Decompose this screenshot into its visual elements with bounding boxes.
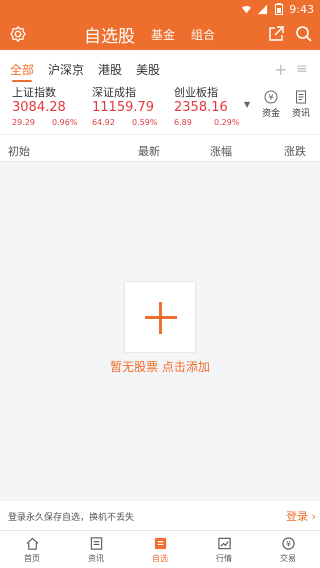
document-icon xyxy=(296,90,306,104)
tab-funds[interactable]: 基金 xyxy=(151,26,175,43)
home-icon xyxy=(25,537,39,550)
nav-trade[interactable]: ¥ 交易 xyxy=(256,531,320,568)
tab-portfolio[interactable]: 组合 xyxy=(191,26,215,43)
market-icon xyxy=(217,537,231,549)
fund-flow-button[interactable]: ¥ 资金 xyxy=(258,90,284,119)
top-bar: 自选股 基金 组合 xyxy=(0,18,320,50)
index-card-shanghai[interactable]: 上证指数 3084.28 29.29 0.96% xyxy=(12,86,98,130)
wifi-icon xyxy=(241,4,252,15)
empty-message[interactable]: 暂无股票 点击添加 xyxy=(0,358,320,375)
share-icon[interactable] xyxy=(266,24,286,44)
index-strip: 上证指数 3084.28 29.29 0.96% 深证成指 11159.79 6… xyxy=(0,86,320,130)
index-name: 深证成指 xyxy=(92,86,136,99)
tab-us-stocks[interactable]: 美股 xyxy=(136,58,160,80)
nav-home[interactable]: 首页 xyxy=(0,531,64,568)
tab-hk-stocks[interactable]: 港股 xyxy=(98,58,122,80)
news-button[interactable]: 资讯 xyxy=(288,90,314,119)
index-pct: 0.59% xyxy=(132,118,158,127)
watchlist-icon xyxy=(154,537,166,549)
news-label: 资讯 xyxy=(291,109,310,119)
battery-icon xyxy=(273,3,284,15)
login-banner: 登录永久保存自选，换机不丢失 登录 › xyxy=(0,500,320,530)
market-tabs: 全部 沪深京 港股 美股 + ≡ xyxy=(0,58,320,82)
index-card-shenzhen[interactable]: 深证成指 11159.79 64.92 0.59% xyxy=(92,86,178,130)
svg-text:¥: ¥ xyxy=(286,539,291,548)
index-change: 6.89 xyxy=(174,118,192,127)
empty-action[interactable]: 点击添加 xyxy=(162,360,210,374)
nav-market[interactable]: 行情 xyxy=(192,531,256,568)
empty-prompt: 暂无股票 xyxy=(110,360,159,374)
col-change-pct[interactable]: 涨幅 xyxy=(210,143,232,159)
header-nav: 自选股 基金 组合 xyxy=(84,18,231,50)
settings-icon[interactable] xyxy=(8,24,28,44)
yuan-circle-icon: ¥ xyxy=(264,90,278,104)
col-name[interactable]: 初始 xyxy=(8,143,30,159)
login-message: 登录永久保存自选，换机不丢失 xyxy=(8,513,135,523)
tab-watchlist[interactable]: 自选股 xyxy=(84,22,135,47)
watchlist-empty-area: 暂无股票 点击添加 xyxy=(0,162,320,500)
login-link[interactable]: 登录 › xyxy=(286,508,316,524)
status-bar: 9:43 xyxy=(0,0,320,18)
index-change: 64.92 xyxy=(92,118,115,127)
trade-icon: ¥ xyxy=(281,536,295,550)
index-change: 29.29 xyxy=(12,118,35,127)
signal-icon xyxy=(257,4,268,15)
index-price: 3084.28 xyxy=(12,100,66,115)
col-latest[interactable]: 最新 xyxy=(138,143,160,159)
tab-all[interactable]: 全部 xyxy=(10,58,34,82)
news-icon xyxy=(90,536,102,550)
col-change[interactable]: 涨跌 xyxy=(284,143,306,159)
column-header: 初始 最新 涨幅 涨跌 xyxy=(0,134,320,162)
dropdown-arrow-icon[interactable]: ▼ xyxy=(244,100,250,109)
index-name: 创业板指 xyxy=(174,86,218,99)
index-name: 上证指数 xyxy=(12,86,56,99)
index-pct: 0.29% xyxy=(214,118,240,127)
add-stock-button[interactable] xyxy=(124,281,196,353)
index-pct: 0.96% xyxy=(52,118,78,127)
nav-news[interactable]: 资讯 xyxy=(64,531,128,568)
index-price: 11159.79 xyxy=(92,100,155,115)
search-icon[interactable] xyxy=(294,24,314,44)
add-group-icon[interactable]: + xyxy=(274,58,287,80)
nav-watchlist[interactable]: 自选 xyxy=(128,531,192,568)
bottom-nav: 首页 资讯 自选 行情 ¥ 交易 xyxy=(0,530,320,568)
tab-shanghai-shenzhen-beijing[interactable]: 沪深京 xyxy=(48,58,84,80)
menu-icon[interactable]: ≡ xyxy=(296,58,308,80)
svg-text:¥: ¥ xyxy=(268,93,273,102)
fund-flow-label: 资金 xyxy=(261,109,280,119)
status-time: 9:43 xyxy=(289,2,314,16)
